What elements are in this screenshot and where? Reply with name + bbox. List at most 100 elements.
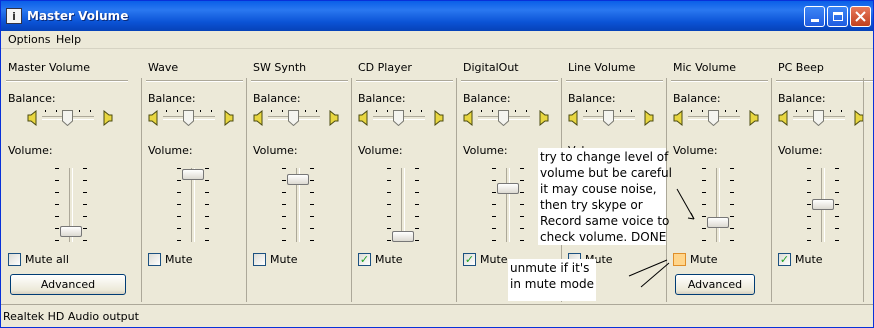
channel-title: SW Synth — [253, 61, 307, 74]
balance-label: Balance: — [253, 92, 301, 105]
volume-ticks — [415, 168, 419, 242]
volume-label: Volume: — [358, 144, 403, 157]
channel-title: Master Volume — [8, 61, 90, 74]
status-text: Realtek HD Audio output — [3, 310, 139, 323]
mute-checkbox[interactable] — [253, 253, 266, 266]
speaker-icon — [27, 109, 38, 127]
speaker-icon — [673, 109, 684, 127]
menu-options[interactable]: Options — [8, 33, 50, 46]
close-icon — [855, 11, 866, 22]
channel-title: Line Volume — [568, 61, 636, 74]
mute-checkbox[interactable] — [148, 253, 161, 266]
volume-label: Volume: — [673, 144, 718, 157]
mute-label: Mute all — [25, 253, 69, 266]
maximize-button[interactable] — [827, 6, 848, 27]
vertical-scrollbar[interactable] — [863, 78, 873, 302]
speaker-icon — [568, 109, 579, 127]
mute-checkbox[interactable]: ✓ — [778, 253, 791, 266]
balance-slider-thumb[interactable] — [62, 110, 73, 127]
note-line: it may couse noise, — [540, 182, 657, 196]
balance-slider-thumb[interactable] — [708, 110, 719, 127]
note-line: then try skype or — [540, 198, 643, 212]
speaker-icon — [463, 109, 474, 127]
volume-slider-thumb[interactable] — [287, 173, 309, 185]
speaker-icon — [643, 109, 654, 127]
volume-label: Volume: — [778, 144, 823, 157]
balance-slider-thumb[interactable] — [498, 110, 509, 127]
speaker-icon — [358, 109, 369, 127]
mute-checkbox[interactable]: ✓ — [358, 253, 371, 266]
annotation-volume-note: try to change level of volume but be care… — [538, 148, 672, 245]
volume-ticks — [387, 168, 391, 242]
title-bar[interactable]: i Master Volume — [1, 1, 873, 31]
volume-label: Volume: — [8, 144, 53, 157]
note-line: check volume. DONE — [540, 230, 667, 244]
note-line: Record same voice to — [540, 214, 670, 228]
menu-bar: Options Help — [1, 31, 873, 49]
volume-slider-thumb[interactable] — [812, 199, 834, 210]
balance-label: Balance: — [148, 92, 196, 105]
speaker-icon — [433, 109, 444, 127]
volume-ticks — [55, 168, 59, 242]
speaker-icon — [102, 109, 113, 127]
channel-sw-synth: SW Synth Balance: Volume: Mute — [246, 50, 351, 302]
volume-ticks — [492, 168, 496, 242]
column-divider — [141, 78, 142, 302]
volume-slider-thumb[interactable] — [707, 217, 729, 228]
speaker-icon — [223, 109, 234, 127]
volume-label: Volume: — [253, 144, 298, 157]
speaker-icon — [148, 109, 159, 127]
volume-track[interactable] — [506, 168, 510, 242]
balance-label: Balance: — [8, 92, 56, 105]
minimize-button[interactable] — [804, 6, 825, 27]
title-rule — [251, 80, 348, 82]
column-divider — [771, 78, 772, 302]
balance-label: Balance: — [778, 92, 826, 105]
mute-checkbox[interactable]: ✓ — [463, 253, 476, 266]
balance-slider-thumb[interactable] — [393, 110, 404, 127]
window-title: Master Volume — [27, 9, 129, 23]
maximize-icon — [832, 12, 843, 21]
volume-label: Volume: — [148, 144, 193, 157]
info-icon[interactable]: i — [6, 8, 22, 24]
volume-slider-thumb[interactable] — [60, 226, 82, 238]
speaker-icon — [778, 109, 789, 127]
balance-slider-thumb[interactable] — [288, 110, 299, 127]
channel-mic-volume: Mic Volume Balance: Volume: Mute Advanced — [666, 50, 771, 302]
speaker-icon — [538, 109, 549, 127]
channel-cd-player: CD Player Balance: Volume: ✓ Mute — [351, 50, 456, 302]
channel-title: CD Player — [358, 61, 412, 74]
channel-wave: Wave Balance: Volume: Mute — [141, 50, 246, 302]
balance-slider-thumb[interactable] — [813, 110, 824, 127]
balance-slider-thumb[interactable] — [183, 110, 194, 127]
note-line: volume but be careful — [540, 166, 672, 180]
mixer-panel: Master Volume Balance: Volume: Mute all Adva… — [1, 50, 873, 302]
speaker-icon — [328, 109, 339, 127]
volume-slider-thumb[interactable] — [182, 168, 204, 180]
close-button[interactable] — [850, 6, 871, 27]
balance-slider-thumb[interactable] — [603, 110, 614, 127]
channel-title: Wave — [148, 61, 179, 74]
note-line: unmute if it's — [510, 261, 590, 275]
mute-checkbox[interactable] — [8, 253, 21, 266]
mute-label: Mute — [795, 253, 823, 266]
balance-label: Balance: — [673, 92, 721, 105]
channel-title: PC Beep — [778, 61, 824, 74]
title-rule — [6, 80, 128, 82]
volume-slider-thumb[interactable] — [392, 230, 414, 242]
volume-ticks — [702, 168, 706, 242]
advanced-button[interactable]: Advanced — [675, 274, 755, 295]
volume-track[interactable] — [716, 168, 720, 242]
menu-help[interactable]: Help — [56, 33, 81, 46]
advanced-button[interactable]: Advanced — [10, 274, 126, 295]
channel-title: Mic Volume — [673, 61, 737, 74]
title-rule — [776, 80, 873, 82]
volume-ticks — [205, 168, 209, 242]
volume-ticks — [835, 168, 839, 242]
volume-ticks — [177, 168, 181, 242]
note-line: in mute mode — [510, 277, 594, 291]
balance-label: Balance: — [358, 92, 406, 105]
mute-checkbox[interactable] — [673, 253, 686, 266]
channel-title: DigitalOut — [463, 61, 519, 74]
volume-slider-thumb[interactable] — [497, 183, 519, 195]
